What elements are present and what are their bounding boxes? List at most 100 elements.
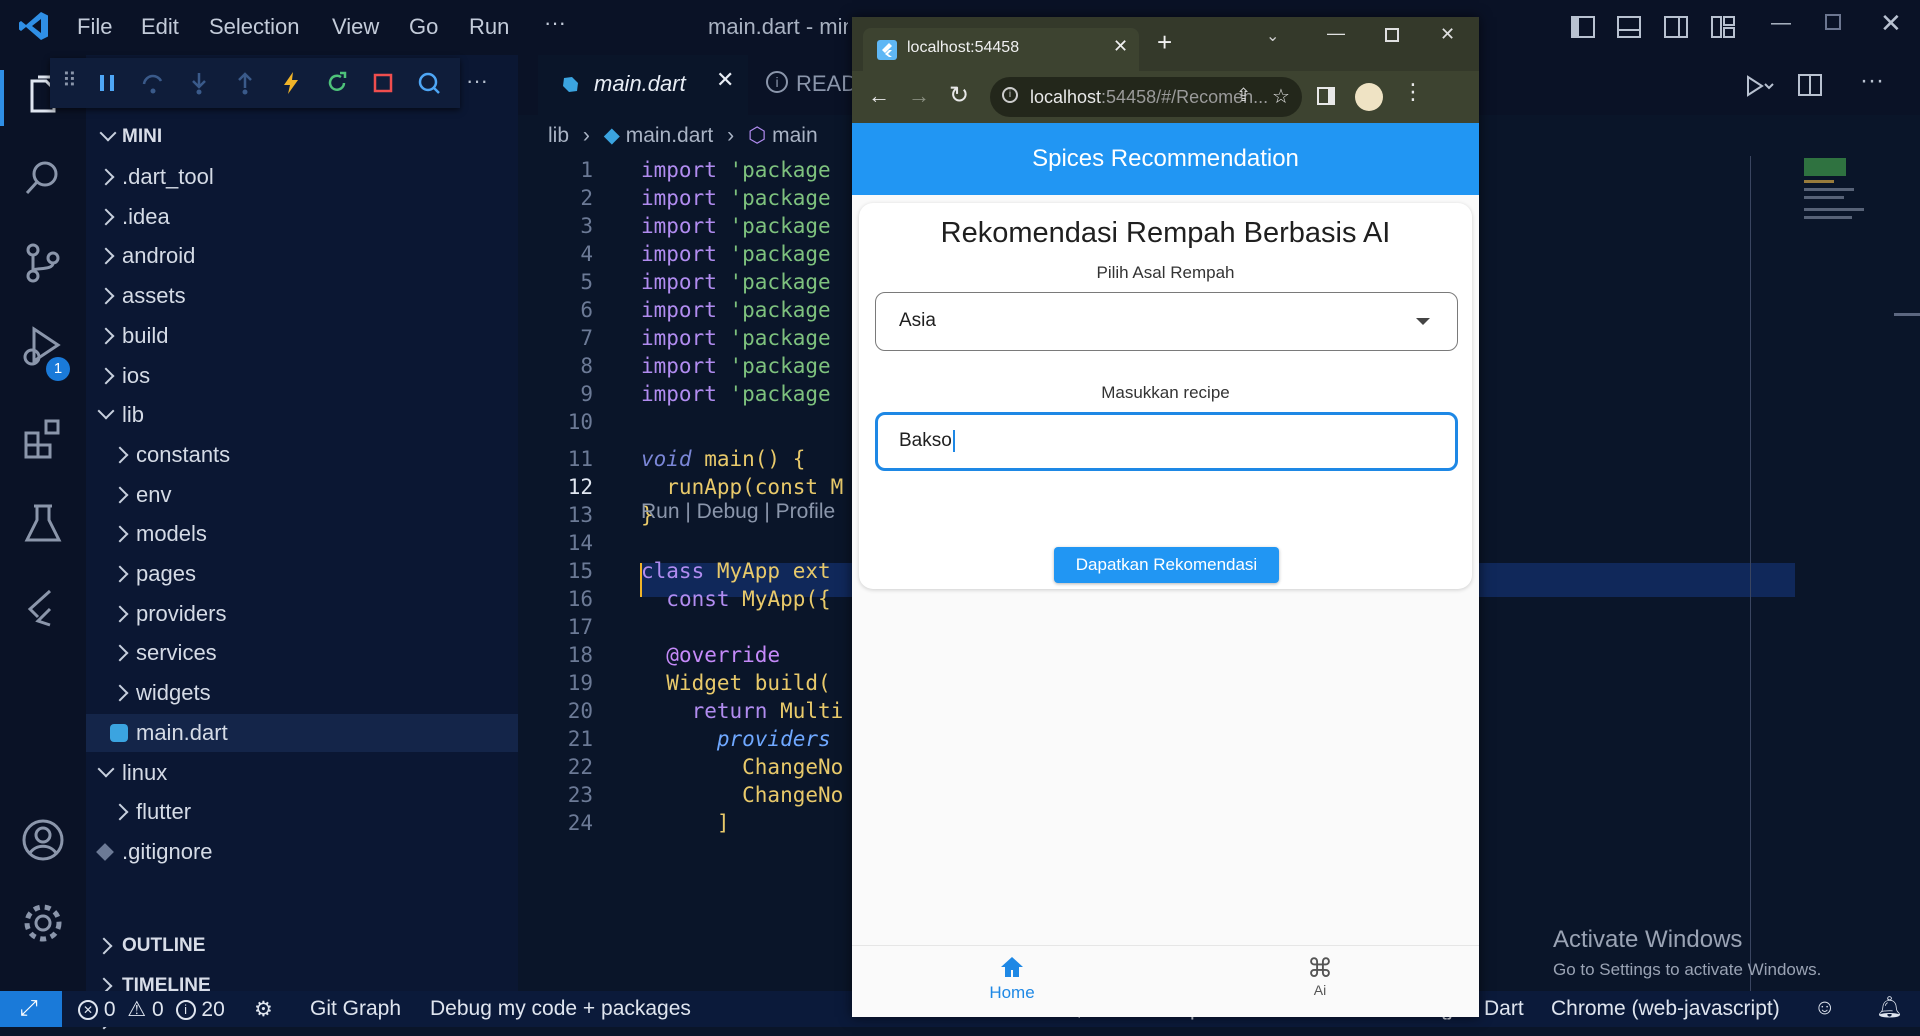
site-info-icon[interactable]: i — [1002, 87, 1018, 103]
settings-gear-icon[interactable] — [20, 900, 66, 946]
menu-edit[interactable]: Edit — [141, 14, 179, 40]
step-out-icon[interactable] — [232, 70, 258, 96]
tab-main-dart[interactable]: main.dart ✕ — [538, 55, 748, 115]
debug-status-icon[interactable]: ⚙ — [254, 997, 273, 1022]
bookmark-star-icon[interactable]: ☆ — [1272, 84, 1290, 109]
share-icon[interactable]: ⇪ — [1236, 85, 1251, 106]
extensions-icon[interactable] — [20, 415, 66, 461]
toggle-primary-sidebar-icon[interactable] — [1570, 14, 1596, 40]
tree-item[interactable]: assets — [86, 277, 518, 315]
menu-more[interactable]: ··· — [544, 10, 566, 36]
tree-item[interactable]: ios — [86, 357, 518, 395]
tree-item[interactable]: providers — [86, 595, 518, 633]
address-bar[interactable]: i localhost:54458/#/Recomen... ⇪ ☆ — [990, 77, 1302, 117]
tab-close-icon[interactable]: ✕ — [716, 67, 734, 93]
restart-icon[interactable] — [324, 70, 350, 96]
language-mode[interactable]: Dart — [1484, 997, 1524, 1021]
notifications-bell-icon[interactable]: 🔔︎ — [1876, 996, 1903, 1020]
new-tab-icon[interactable]: + — [1157, 29, 1172, 55]
recipe-input[interactable]: Bakso — [875, 412, 1458, 471]
pause-icon[interactable] — [94, 70, 120, 96]
tree-item[interactable]: env — [86, 476, 518, 514]
menu-view[interactable]: View — [332, 14, 379, 40]
menu-go[interactable]: Go — [409, 14, 438, 40]
split-editor-icon[interactable] — [1796, 71, 1824, 99]
git-graph-button[interactable]: Git Graph — [310, 997, 401, 1021]
codelens[interactable]: Run | Debug | Profile — [641, 500, 835, 524]
breadcrumb-symbol[interactable]: main — [772, 124, 818, 147]
tab-readme[interactable]: i READ — [756, 55, 857, 115]
more-actions-icon[interactable]: ··· — [466, 68, 488, 94]
tree-item[interactable]: services — [86, 634, 518, 672]
feedback-icon[interactable]: ☺ — [1814, 996, 1835, 1020]
tree-item[interactable]: .gitignore — [86, 833, 518, 871]
back-icon[interactable]: ← — [868, 83, 890, 109]
get-recommendation-button[interactable]: Dapatkan Rekomendasi — [1054, 547, 1279, 583]
tree-item-label: android — [122, 243, 196, 269]
activity-bar: 1 — [0, 55, 86, 991]
tree-item[interactable]: flutter — [86, 793, 518, 831]
menu-selection[interactable]: Selection — [209, 14, 300, 40]
testing-icon[interactable] — [20, 500, 66, 546]
drag-handle-icon[interactable]: ⠿ — [62, 68, 77, 93]
browser-minimize-icon[interactable]: — — [1327, 23, 1345, 44]
run-debug-menu-icon[interactable] — [1744, 73, 1774, 99]
source-control-icon[interactable] — [20, 240, 66, 286]
step-into-icon[interactable] — [186, 70, 212, 96]
reload-icon[interactable]: ↻ — [949, 81, 969, 110]
tree-item[interactable]: models — [86, 515, 518, 553]
menu-file[interactable]: File — [77, 14, 112, 40]
tree-item[interactable]: .dart_tool — [86, 158, 518, 196]
nav-home[interactable]: Home — [962, 954, 1062, 1014]
flutter-icon[interactable] — [20, 585, 66, 631]
remote-indicator[interactable]: ⤢ — [0, 991, 62, 1027]
minimap[interactable] — [1800, 156, 1870, 226]
side-panel-icon[interactable] — [1317, 87, 1335, 105]
nav-ai[interactable]: ⌘ Ai — [1270, 954, 1370, 1014]
browser-close-icon[interactable]: ✕ — [1440, 24, 1455, 45]
profile-avatar[interactable] — [1355, 83, 1383, 111]
customize-layout-icon[interactable] — [1710, 14, 1736, 40]
app-bar-title: Spices Recommendation — [852, 123, 1479, 195]
editor-more-icon[interactable]: ··· — [1860, 67, 1884, 95]
search-icon[interactable] — [20, 155, 66, 201]
tree-item[interactable]: linux — [86, 754, 518, 792]
browser-tab[interactable]: localhost:54458 ✕ — [863, 28, 1139, 71]
devtools-search-icon[interactable] — [416, 70, 442, 96]
tree-item[interactable]: android — [86, 237, 518, 275]
forward-icon[interactable]: → — [908, 83, 930, 109]
tree-item[interactable]: .idea — [86, 198, 518, 236]
activate-windows-watermark: Activate Windows Go to Settings to activ… — [1553, 926, 1822, 979]
origin-dropdown[interactable]: Asia — [875, 292, 1458, 351]
toggle-panel-icon[interactable] — [1616, 14, 1642, 40]
code-area[interactable]: 1 import 'package 2 import 'package 3 import … — [518, 156, 852, 991]
stop-icon[interactable] — [370, 70, 396, 96]
chrome-menu-icon[interactable]: ⋮ — [1402, 81, 1424, 103]
problems-indicator[interactable]: ✕ 0 ⚠ 0 i 20 — [78, 997, 225, 1022]
debug-config-button[interactable]: Debug my code + packages — [430, 997, 691, 1021]
browser-maximize-icon[interactable] — [1385, 28, 1399, 42]
breadcrumb-lib[interactable]: lib — [548, 124, 569, 147]
account-icon[interactable] — [20, 817, 66, 863]
minimize-window-icon[interactable]: — — [1771, 12, 1791, 35]
outline-section[interactable]: OUTLINE — [86, 927, 518, 965]
hot-reload-icon[interactable] — [278, 70, 304, 96]
device-selector[interactable]: Chrome (web-javascript) — [1551, 997, 1780, 1021]
tab-close-icon[interactable]: ✕ — [1113, 36, 1128, 57]
tree-item[interactable]: main.dart — [86, 713, 518, 752]
tree-item[interactable]: pages — [86, 555, 518, 593]
step-over-icon[interactable] — [140, 70, 166, 96]
toggle-secondary-sidebar-icon[interactable] — [1663, 14, 1689, 40]
tree-item[interactable]: lib — [86, 396, 518, 434]
tab-search-icon[interactable]: ⌄ — [1266, 26, 1279, 46]
tree-item[interactable]: constants — [86, 436, 518, 474]
breadcrumb-file[interactable]: main.dart — [626, 124, 714, 147]
scrollbar-thumb[interactable] — [1894, 313, 1920, 316]
menu-run[interactable]: Run — [469, 14, 509, 40]
tree-item[interactable]: build — [86, 317, 518, 355]
explorer-root[interactable]: MINI — [86, 118, 518, 156]
close-window-icon[interactable]: ✕ — [1880, 8, 1902, 39]
tree-item[interactable]: widgets — [86, 674, 518, 712]
tree-item-label: .dart_tool — [122, 164, 214, 189]
restore-window-icon[interactable] — [1825, 14, 1841, 30]
